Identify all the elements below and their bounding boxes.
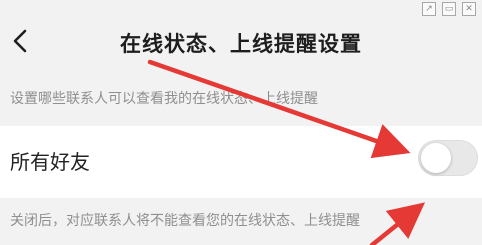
page-title: 在线状态、上线提醒设置 bbox=[120, 32, 362, 56]
toggle-knob bbox=[421, 143, 451, 173]
section-description: 设置哪些联系人可以查看我的在线状态、上线提醒 bbox=[10, 91, 318, 107]
footer-note: 关闭后，对应联系人将不能查看您的在线状态、上线提醒 bbox=[10, 213, 360, 229]
minimize-icon[interactable]: ▭ bbox=[442, 2, 456, 16]
toggle-switch[interactable] bbox=[418, 140, 478, 176]
setting-row-all-friends[interactable]: 所有好友 bbox=[0, 126, 482, 198]
close-icon[interactable]: ✕ bbox=[462, 2, 476, 16]
setting-label: 所有好友 bbox=[10, 150, 90, 174]
window-controls: ↗ ▭ ✕ bbox=[422, 2, 476, 16]
external-link-icon[interactable]: ↗ bbox=[422, 2, 436, 16]
header: 在线状态、上线提醒设置 bbox=[0, 0, 482, 84]
